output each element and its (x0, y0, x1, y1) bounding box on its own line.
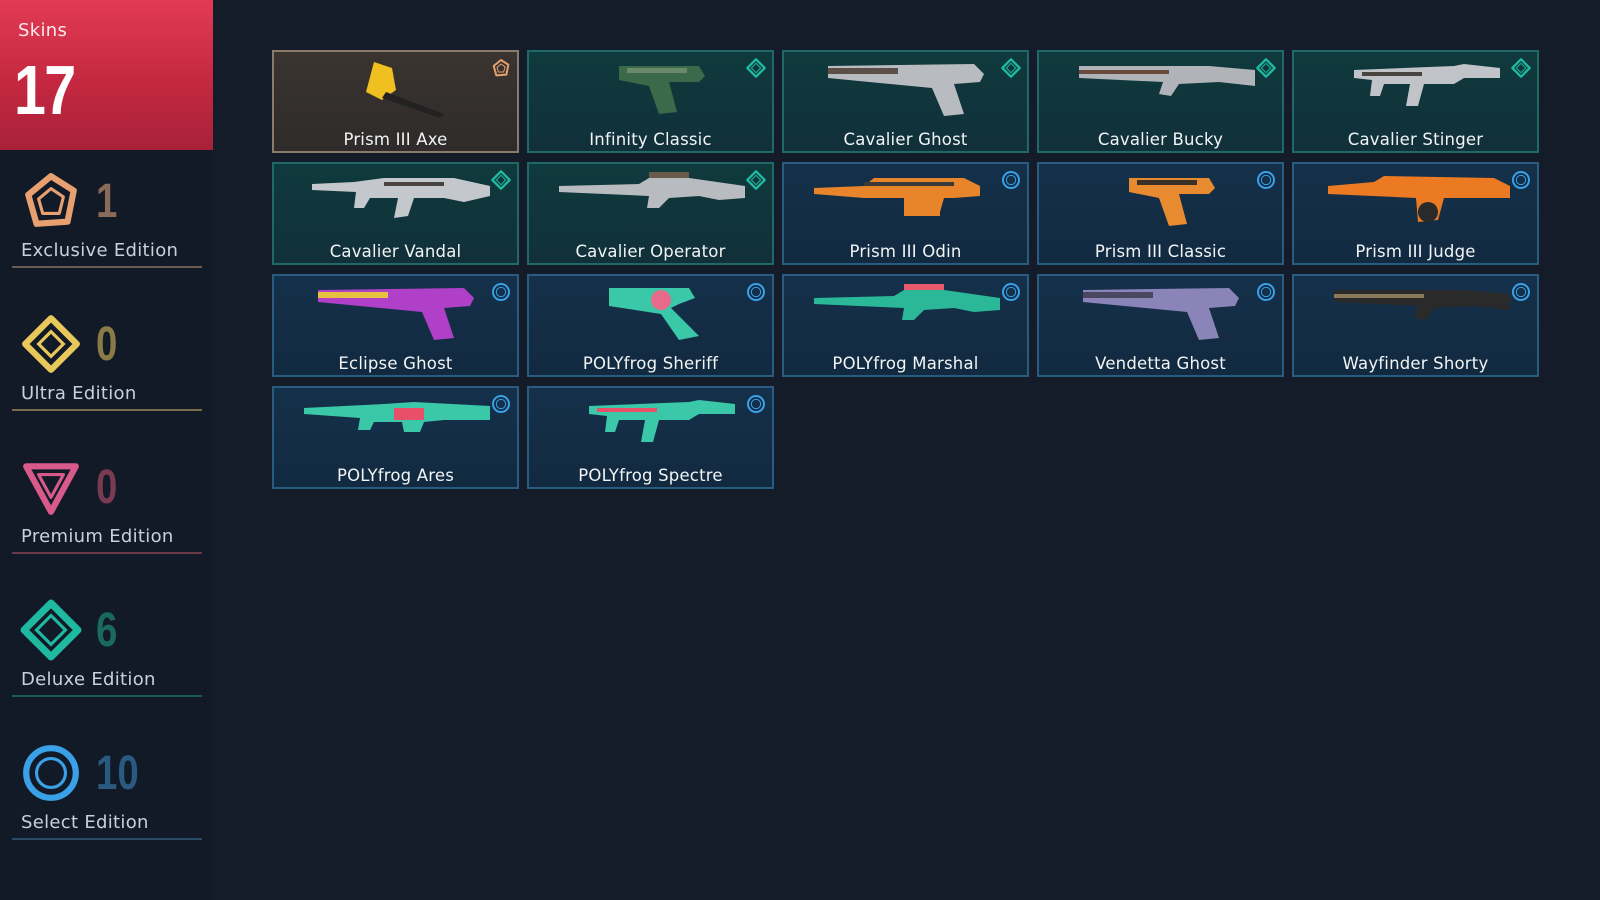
edition-divider (12, 266, 202, 268)
deluxe-edition-icon (1511, 58, 1531, 78)
skin-name: Prism III Odin (849, 242, 962, 261)
select-edition-icon (1001, 170, 1021, 190)
deluxe-edition-icon (20, 599, 82, 661)
weapon-image (549, 56, 756, 122)
skin-name: Prism III Judge (1355, 242, 1476, 261)
skin-tile[interactable]: Eclipse Ghost (272, 274, 519, 377)
edition-exclusive-edition[interactable]: 1 Exclusive Edition (0, 170, 213, 290)
select-edition-icon (1256, 282, 1276, 302)
edition-count: 0 (96, 461, 118, 514)
skin-tile[interactable]: POLYfrog Sheriff (527, 274, 774, 377)
weapon-image (1059, 56, 1266, 122)
select-edition-icon (20, 742, 82, 804)
edition-name: Ultra Edition (21, 383, 137, 404)
edition-count: 1 (96, 175, 118, 228)
skin-name: Wayfinder Shorty (1342, 354, 1489, 373)
edition-ultra-edition[interactable]: 0 Ultra Edition (0, 313, 213, 433)
skins-label: Skins (18, 20, 68, 41)
skin-name: Infinity Classic (589, 130, 712, 149)
deluxe-edition-icon (1256, 58, 1276, 78)
edition-divider (12, 552, 202, 554)
weapon-image (549, 280, 756, 346)
select-edition-icon (1511, 170, 1531, 190)
skin-tile[interactable]: Cavalier Bucky (1037, 50, 1284, 153)
edition-name: Deluxe Edition (21, 669, 156, 690)
skin-tile[interactable]: POLYfrog Ares (272, 386, 519, 489)
skin-tile[interactable]: Cavalier Operator (527, 162, 774, 265)
weapon-image (804, 56, 1011, 122)
skin-tile[interactable]: Prism III Judge (1292, 162, 1539, 265)
select-edition-icon (1256, 170, 1276, 190)
skin-tile[interactable]: Cavalier Ghost (782, 50, 1029, 153)
skin-tile[interactable]: Wayfinder Shorty (1292, 274, 1539, 377)
skin-tile[interactable]: Prism III Classic (1037, 162, 1284, 265)
weapon-image (294, 56, 501, 122)
weapon-image (294, 280, 501, 346)
edition-name: Exclusive Edition (21, 240, 179, 261)
skin-name: Cavalier Bucky (1097, 130, 1224, 149)
weapon-image (804, 280, 1011, 346)
weapon-image (294, 168, 501, 234)
skin-name: POLYfrog Ares (336, 466, 455, 485)
skin-tile[interactable]: Cavalier Vandal (272, 162, 519, 265)
skins-count: 17 (14, 51, 76, 129)
skin-name: POLYfrog Marshal (832, 354, 979, 373)
select-edition-icon (746, 282, 766, 302)
edition-select-edition[interactable]: 10 Select Edition (0, 742, 213, 862)
weapon-image (549, 168, 756, 234)
select-edition-icon (1001, 282, 1021, 302)
deluxe-edition-icon (491, 170, 511, 190)
edition-deluxe-edition[interactable]: 6 Deluxe Edition (0, 599, 213, 719)
weapon-image (804, 168, 1011, 234)
edition-name: Premium Edition (21, 526, 174, 547)
deluxe-edition-icon (746, 58, 766, 78)
skin-tile[interactable]: Prism III Odin (782, 162, 1029, 265)
skin-tile[interactable]: POLYfrog Marshal (782, 274, 1029, 377)
deluxe-edition-icon (746, 170, 766, 190)
skin-name: POLYfrog Sheriff (582, 354, 719, 373)
skin-name: Prism III Axe (343, 130, 448, 149)
skin-grid: Prism III Axe Infinity Classic Cavalier … (272, 50, 1539, 489)
skin-name: Cavalier Vandal (329, 242, 462, 261)
collection-screen: Skins 17 1 Exclusive Edition 0 Ultra Editio… (0, 0, 1600, 900)
edition-divider (12, 838, 202, 840)
skin-name: Prism III Classic (1094, 242, 1227, 261)
edition-count: 0 (96, 318, 118, 371)
skins-summary-header: Skins 17 (0, 0, 213, 150)
weapon-image (294, 392, 501, 458)
skin-name: Vendetta Ghost (1095, 354, 1226, 373)
weapon-image (1314, 56, 1521, 122)
select-edition-icon (491, 394, 511, 414)
exclusive-edition-icon (20, 170, 82, 232)
weapon-image (1314, 168, 1521, 234)
skin-name: Cavalier Ghost (843, 130, 968, 149)
weapon-image (1314, 280, 1521, 346)
edition-count: 6 (96, 604, 118, 657)
skin-tile[interactable]: Prism III Axe (272, 50, 519, 153)
edition-divider (12, 695, 202, 697)
skin-tile[interactable]: Infinity Classic (527, 50, 774, 153)
skin-tile[interactable]: Vendetta Ghost (1037, 274, 1284, 377)
select-edition-icon (746, 394, 766, 414)
weapon-image (549, 392, 756, 458)
edition-sidebar: Skins 17 1 Exclusive Edition 0 Ultra Editio… (0, 0, 213, 900)
select-edition-icon (1511, 282, 1531, 302)
select-edition-icon (491, 282, 511, 302)
skin-name: POLYfrog Spectre (578, 466, 723, 485)
ultra-edition-icon (20, 313, 82, 375)
weapon-image (1059, 168, 1266, 234)
skin-name: Eclipse Ghost (338, 354, 453, 373)
skin-name: Cavalier Stinger (1347, 130, 1484, 149)
exclusive-edition-icon (491, 58, 511, 78)
skin-name: Cavalier Operator (575, 242, 726, 261)
weapon-image (1059, 280, 1266, 346)
edition-divider (12, 409, 202, 411)
edition-name: Select Edition (21, 812, 149, 833)
skin-tile[interactable]: POLYfrog Spectre (527, 386, 774, 489)
edition-count: 10 (96, 747, 139, 800)
edition-premium-edition[interactable]: 0 Premium Edition (0, 456, 213, 576)
deluxe-edition-icon (1001, 58, 1021, 78)
skin-tile[interactable]: Cavalier Stinger (1292, 50, 1539, 153)
premium-edition-icon (20, 456, 82, 518)
